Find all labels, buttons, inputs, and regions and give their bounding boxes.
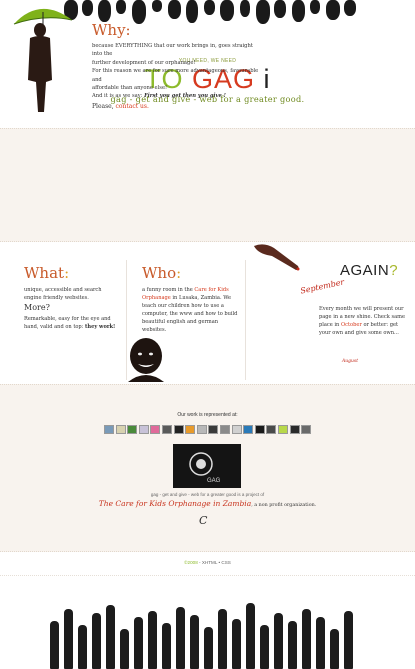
contact-link[interactable]: contact us. bbox=[116, 103, 149, 110]
why-please: Please, bbox=[92, 102, 114, 110]
again-question-mark: ? bbox=[389, 262, 399, 279]
partner-badge[interactable] bbox=[208, 425, 219, 434]
why-line: For this reason we are for sure more adv… bbox=[92, 68, 259, 83]
why-line: And it is as we say: First you get then … bbox=[92, 92, 262, 100]
crowd-figure bbox=[78, 625, 87, 669]
crowd-figure bbox=[176, 607, 185, 669]
why-line: affordable than anyone else! bbox=[92, 85, 168, 92]
footer-year: ©2008 bbox=[184, 560, 198, 565]
more-text: Remarkable, easy for the eye and hand, v… bbox=[24, 315, 119, 331]
crowd-figure bbox=[302, 609, 311, 669]
crowd-figure bbox=[330, 629, 339, 669]
crowd-figure bbox=[260, 625, 269, 669]
partner-badge[interactable] bbox=[115, 425, 126, 434]
crowd-figure bbox=[92, 613, 101, 669]
crowd-figure bbox=[204, 627, 213, 669]
again-title: AGAIN? bbox=[340, 262, 398, 279]
crowd-figure bbox=[218, 609, 227, 669]
crowd-figure bbox=[344, 611, 353, 669]
partner-badge[interactable] bbox=[301, 425, 312, 434]
gag-logo-image[interactable]: GAG bbox=[173, 444, 241, 488]
footer-crowd-image bbox=[50, 600, 370, 669]
crowd-figure bbox=[50, 621, 59, 669]
care-line: The Care for Kids Orphanage in Zambia, a… bbox=[0, 499, 415, 508]
october-link[interactable]: October bbox=[341, 322, 362, 328]
why-line: because EVERYTHING that our work brings … bbox=[92, 43, 253, 58]
crowd-figure bbox=[120, 629, 129, 669]
crowd-figure bbox=[148, 611, 157, 669]
why-emphasis: First you get then you give ! bbox=[144, 93, 226, 100]
partner-badge[interactable] bbox=[278, 425, 288, 434]
why-last-prefix: And it is as we say: bbox=[92, 93, 143, 100]
partner-badge[interactable] bbox=[162, 425, 172, 434]
svg-text:GAG: GAG bbox=[207, 478, 221, 484]
footer-tech[interactable]: - XHTML • CSS bbox=[199, 560, 231, 565]
who-title-text: Who bbox=[142, 264, 177, 282]
who-title-colon: : bbox=[176, 264, 182, 282]
crowd-figure bbox=[288, 621, 297, 669]
umbrella-figure-image bbox=[13, 8, 73, 112]
partner-badge[interactable] bbox=[138, 425, 149, 434]
represented-title: Our work is represented at: bbox=[177, 412, 238, 418]
month-september: September bbox=[299, 277, 346, 296]
partner-badge[interactable] bbox=[289, 425, 300, 434]
crowd-figure bbox=[106, 605, 115, 669]
who-title: Who: bbox=[142, 264, 181, 282]
crowd-figure bbox=[64, 609, 73, 669]
badge-row bbox=[104, 425, 314, 435]
why-please-line: Please, contact us. bbox=[92, 103, 262, 111]
who-prefix: a funny room in the bbox=[142, 287, 193, 293]
crowd-figure bbox=[246, 603, 255, 669]
footer-divider bbox=[0, 575, 415, 576]
again-word: AGAIN bbox=[340, 262, 390, 279]
partner-badge[interactable] bbox=[185, 425, 196, 434]
again-text: Every month we will present our page in … bbox=[319, 305, 405, 337]
who-text: a funny room in the Care for Kids Orphan… bbox=[142, 286, 242, 334]
crowd-figure bbox=[316, 617, 325, 669]
crowd-figure bbox=[190, 615, 199, 669]
partner-badge[interactable] bbox=[150, 425, 161, 434]
why-text: because EVERYTHING that our work brings … bbox=[92, 42, 262, 111]
hand-image bbox=[254, 244, 300, 271]
column-divider bbox=[245, 260, 246, 380]
care-for-kids-link[interactable]: The Care for Kids Orphanage in Zambia bbox=[99, 499, 251, 508]
why-section bbox=[0, 128, 415, 242]
crowd-figure bbox=[162, 623, 171, 669]
what-text: unique, accessible and search engine fri… bbox=[24, 287, 102, 301]
partner-badge[interactable] bbox=[231, 425, 242, 434]
smiling-child-image bbox=[128, 338, 164, 382]
why-line: further development of our orphanage! bbox=[92, 59, 196, 66]
what-title-text: What bbox=[24, 264, 65, 282]
partner-badge[interactable] bbox=[254, 425, 265, 434]
crowd-figure bbox=[274, 613, 283, 669]
footer: ©2008 - XHTML • CSS bbox=[0, 560, 415, 565]
what-title: What: bbox=[24, 264, 69, 282]
more-text-bold: they work! bbox=[85, 324, 116, 330]
what-title-colon: : bbox=[64, 264, 70, 282]
care-suffix: , a non profit organization. bbox=[251, 503, 317, 508]
why-title: Why: bbox=[92, 21, 131, 39]
partner-badge[interactable] bbox=[266, 425, 277, 434]
partner-badge[interactable] bbox=[127, 425, 138, 434]
crowd-figure bbox=[232, 619, 241, 669]
logo-i: i bbox=[263, 64, 271, 94]
partner-badge[interactable] bbox=[173, 425, 184, 434]
partner-badge[interactable] bbox=[243, 425, 254, 434]
partner-badge[interactable] bbox=[196, 425, 207, 434]
crowd-figure bbox=[134, 617, 143, 669]
partner-badge[interactable] bbox=[104, 425, 114, 434]
more-title: More? bbox=[24, 303, 50, 312]
august-link[interactable]: August bbox=[342, 359, 358, 364]
partner-badge[interactable] bbox=[220, 425, 230, 434]
care-logo-mark: C bbox=[199, 514, 208, 527]
gag-project-text: gag - get and give - web for a greater g… bbox=[150, 492, 265, 497]
